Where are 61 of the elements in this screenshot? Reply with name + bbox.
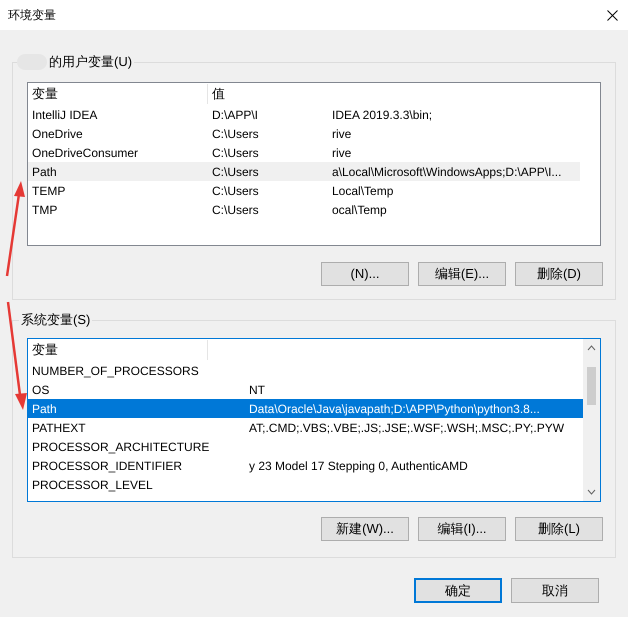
close-icon[interactable] (607, 10, 618, 20)
variable-name: PROCESSOR_ARCHITECTURE (31, 438, 208, 456)
variable-value: AT;.CMD;.VBS;.VBE;.JS;.JSE;.WSF;.WSH;.MSC;.PY;.PYW (249, 420, 564, 436)
variable-row[interactable]: TMP C:\Users ocal\Temp (28, 200, 580, 219)
variable-name: TEMP (31, 182, 66, 200)
variable-value: IDEA 2019.3.3\bin; (332, 106, 432, 124)
dialog-button[interactable]: 新建(W)... (321, 517, 409, 541)
scroll-down-icon[interactable] (587, 489, 596, 495)
variable-row[interactable]: Path Data\Oracle\Java\javapath;D:\APP\Python\python3.8... (28, 399, 583, 418)
variable-name: IntelliJ IDEA (31, 106, 98, 124)
variable-value: C:\Users (211, 146, 259, 160)
variable-row[interactable]: PATHEXT AT;.CMD;.VBS;.VBE;.JS;.JSE;.WSF;.WSH;.MSC;.PY;.PYW (28, 418, 583, 437)
variable-row[interactable]: IntelliJ IDEA D:\APP\I IDEA 2019.3.3\bin; (28, 105, 580, 124)
variable-value: NT (249, 382, 265, 398)
variable-value: C:\Users (211, 164, 259, 178)
variable-value: C:\Users (211, 202, 259, 216)
variable-row[interactable]: NUMBER_OF_PROCESSORS (28, 361, 583, 380)
variable-value: C:\Users (211, 184, 259, 198)
variable-row[interactable]: TEMP C:\Users Local\Temp (28, 181, 580, 200)
variable-row[interactable]: OneDrive C:\Users rive (28, 124, 580, 143)
variable-name: TMP (31, 202, 58, 218)
variable-value: D:\APP\I (211, 108, 258, 122)
variable-value: Data\Oracle\Java\javapath;D:\APP\Python\python3.8... (249, 400, 540, 418)
dialog-button[interactable]: 确定 (414, 578, 502, 603)
variable-name: PROCESSOR_IDENTIFIER (31, 458, 184, 474)
variable-row[interactable]: OS NT (28, 380, 583, 399)
variable-value: rive (332, 126, 352, 142)
column-header[interactable]: 变量 (28, 340, 208, 360)
variable-name: NUMBER_OF_PROCESSORS (31, 362, 200, 380)
variable-row[interactable]: PROCESSOR_LEVEL (28, 475, 583, 494)
variable-name: OS (31, 382, 50, 398)
variable-name: PATHEXT (31, 420, 87, 436)
scroll-up-icon[interactable] (587, 345, 596, 351)
column-header[interactable]: 值 (208, 84, 600, 104)
variable-name: OneDriveConsumer (31, 144, 140, 162)
variable-value: Local\Temp (332, 182, 394, 200)
variable-value: a\Local\Microsoft\WindowsApps;D:\APP\I... (332, 164, 562, 180)
variable-name: PROCESSOR_LEVEL (31, 476, 154, 494)
variable-value: y 23 Model 17 Stepping 0, AuthenticAMD (249, 458, 468, 474)
dialog-button[interactable]: 取消 (511, 578, 599, 603)
variable-name: OneDrive (31, 126, 84, 142)
variable-value: ocal\Temp (332, 202, 387, 218)
dialog-button[interactable]: 编辑(E)... (418, 262, 506, 286)
column-header[interactable]: 变量 (28, 84, 208, 104)
dialog-button[interactable]: 编辑(I)... (418, 517, 506, 541)
variable-name: Path (31, 400, 58, 418)
variable-value: rive (332, 144, 352, 162)
variable-value: C:\Users (211, 126, 259, 140)
variable-row[interactable]: OneDriveConsumer C:\Users rive (28, 143, 580, 162)
variable-name: Path (31, 164, 58, 180)
window-title: 环境变量 (8, 7, 56, 24)
dialog-button[interactable]: 删除(L) (515, 517, 603, 541)
group-title: 系统变量(S) (19, 311, 92, 329)
dialog-button[interactable]: 删除(D) (515, 262, 603, 286)
scroll-thumb[interactable] (587, 367, 596, 405)
dialog-button[interactable]: (N)... (321, 262, 409, 286)
variable-row[interactable]: PROCESSOR_IDENTIFIER y 23 Model 17 Stepping 0, AuthenticAMD (28, 456, 583, 475)
group-title: 的用户变量(U) (47, 53, 134, 71)
variable-row[interactable]: PROCESSOR_ARCHITECTURE (28, 437, 583, 456)
variable-row[interactable]: Path C:\Users a\Local\Microsoft\WindowsApps;D:\APP\I... (28, 162, 580, 181)
scrollbar[interactable] (583, 339, 600, 501)
